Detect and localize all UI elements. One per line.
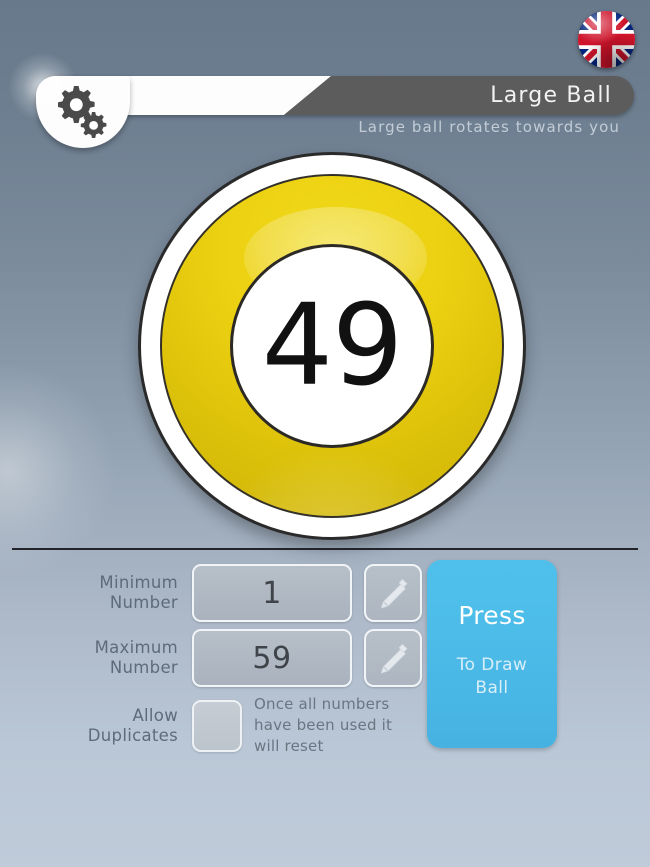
gears-icon[interactable] — [52, 84, 108, 138]
draw-ball-button[interactable]: Press To Draw Ball — [427, 560, 557, 748]
minimum-number-label-line1: Minimum — [99, 573, 178, 592]
draw-ball-button-sub-label: To Draw Ball — [457, 654, 528, 700]
allow-duplicates-checkbox[interactable] — [192, 699, 242, 752]
maximum-number-label-line1: Maximum — [94, 638, 178, 657]
allow-duplicates-note-line3: will reset — [254, 737, 324, 755]
uk-flag-button[interactable] — [578, 11, 635, 68]
allow-duplicates-label-line2: Duplicates — [87, 725, 178, 745]
lottery-ball[interactable]: 49 — [138, 152, 526, 540]
draw-ball-sub-line2: Ball — [475, 678, 509, 698]
maximum-number-value: 59 — [252, 640, 292, 676]
header-subtitle: Large ball rotates towards you — [358, 118, 620, 136]
minimum-number-label-line2: Number — [109, 593, 178, 612]
minimum-number-label: Minimum Number — [60, 573, 178, 613]
pencil-icon — [374, 574, 412, 612]
allow-duplicates-label: Allow Duplicates — [60, 706, 178, 746]
allow-duplicates-note-line1: Once all numbers — [254, 695, 390, 713]
minimum-number-value: 1 — [262, 575, 282, 611]
page-title: Large Ball — [490, 83, 612, 108]
allow-duplicates-row: Allow Duplicates Once all numbers have b… — [60, 694, 434, 757]
draw-ball-sub-line1: To Draw — [456, 655, 528, 675]
draw-ball-button-main-label: Press — [458, 601, 526, 630]
maximum-number-label-line2: Number — [109, 658, 178, 677]
allow-duplicates-note-line2: have been used it — [254, 716, 393, 734]
section-divider — [12, 548, 638, 550]
ball-number-face: 49 — [230, 244, 434, 448]
maximum-edit-button[interactable] — [364, 629, 422, 687]
minimum-edit-button[interactable] — [364, 564, 422, 622]
maximum-number-row: Maximum Number 59 — [60, 629, 422, 687]
uk-flag-icon — [578, 11, 635, 68]
allow-duplicates-note: Once all numbers have been used it will … — [254, 694, 434, 757]
maximum-number-label: Maximum Number — [60, 638, 178, 678]
app-root: Large Ball Large ball rotates towards yo… — [0, 0, 650, 867]
minimum-number-row: Minimum Number 1 — [60, 564, 422, 622]
ball-number: 49 — [261, 281, 404, 411]
allow-duplicates-label-line1: Allow — [132, 705, 178, 725]
pencil-icon — [374, 639, 412, 677]
minimum-number-input[interactable]: 1 — [192, 564, 352, 622]
maximum-number-input[interactable]: 59 — [192, 629, 352, 687]
